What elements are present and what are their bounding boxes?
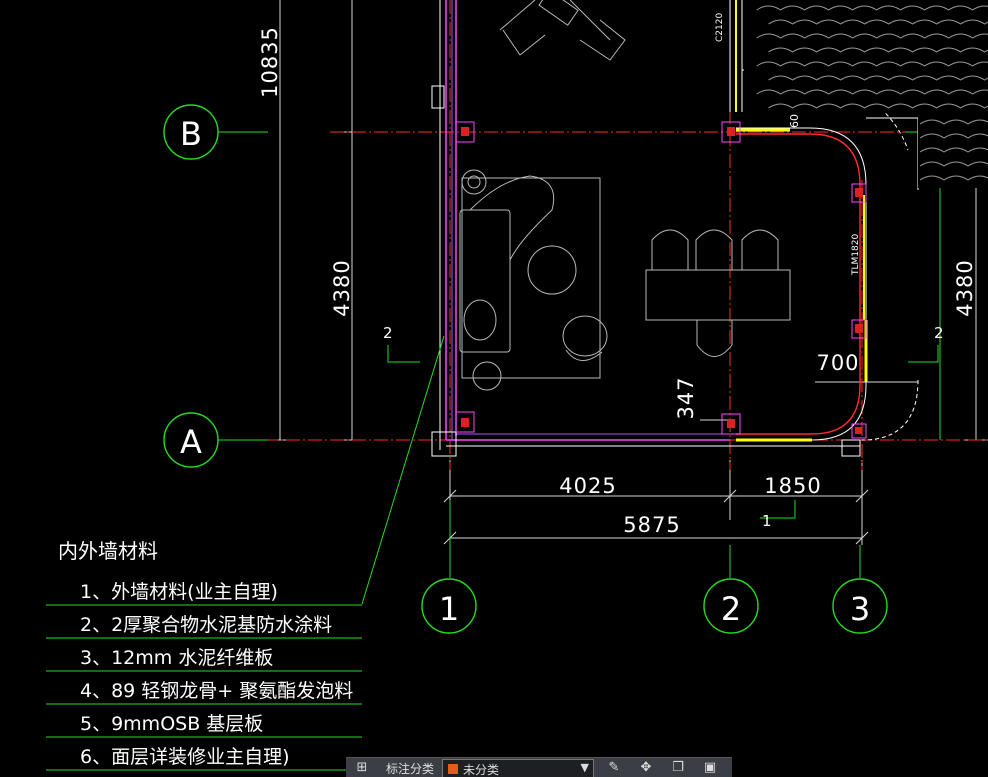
radius-label: 60 [788,114,801,128]
color-swatch [448,764,458,774]
dim-5875: 5875 [623,513,680,537]
category-select[interactable]: 未分类 ▼ [442,759,594,777]
column-markers [455,121,867,439]
copy-icon[interactable]: ❐ [670,760,686,776]
dim-10835: 10835 [258,26,282,98]
cad-canvas[interactable]: B A 1 2 3 10835 4380 4380 4025 1850 5875… [0,0,988,777]
dim-4025: 4025 [559,474,616,498]
window-label-right: TLM1820 [851,234,861,276]
legend-item: 5、9mmOSB 基层板 [80,713,263,735]
axis-label-3: 3 [850,590,870,628]
dim-1850: 1850 [764,474,821,498]
axis-bubbles [163,104,888,634]
roof-hatch [744,0,988,188]
chevron-down-icon: ▼ [580,761,589,774]
legend-item: 6、面层详装修业主自理) [80,746,290,768]
floor-plan-drawing[interactable]: B A 1 2 3 10835 4380 4380 4025 1850 5875… [0,0,988,777]
legend-item: 4、89 轻钢龙骨+ 聚氨酯发泡料 [80,680,353,702]
legend-item: 3、12mm 水泥纤维板 [80,647,273,669]
dim-4380-left: 4380 [330,259,354,316]
furniture [459,0,791,391]
axis-label-b: B [180,115,202,153]
axis-label-a: A [180,423,202,461]
grid-icon[interactable]: ⊞ [354,760,370,776]
section-mark-left: 2 [383,324,393,342]
legend-title: 内外墙材料 [58,539,158,563]
section-mark-bottom: 1 [762,512,772,530]
dim-4380-right: 4380 [953,259,977,316]
annotation-toolbar: ⊞ 标注分类 未分类 ▼ ✎ ✥ ❐ ▣ [346,757,732,777]
category-select-value: 未分类 [463,763,500,777]
legend-item: 1、外墙材料(业主自理) [80,581,278,603]
axis-label-1: 1 [439,590,459,628]
legend-item: 2、2厚聚合物水泥基防水涂料 [80,614,332,636]
window-label-top: C2120 [715,13,725,42]
axis-label-2: 2 [721,590,741,628]
paste-icon[interactable]: ▣ [702,760,718,776]
edit-icon[interactable]: ✎ [606,760,622,776]
dim-347: 347 [674,376,698,419]
toolbar-label: 标注分类 [386,762,435,776]
section-mark-right: 2 [934,324,944,342]
move-icon[interactable]: ✥ [638,760,654,776]
dim-700: 700 [816,351,859,375]
